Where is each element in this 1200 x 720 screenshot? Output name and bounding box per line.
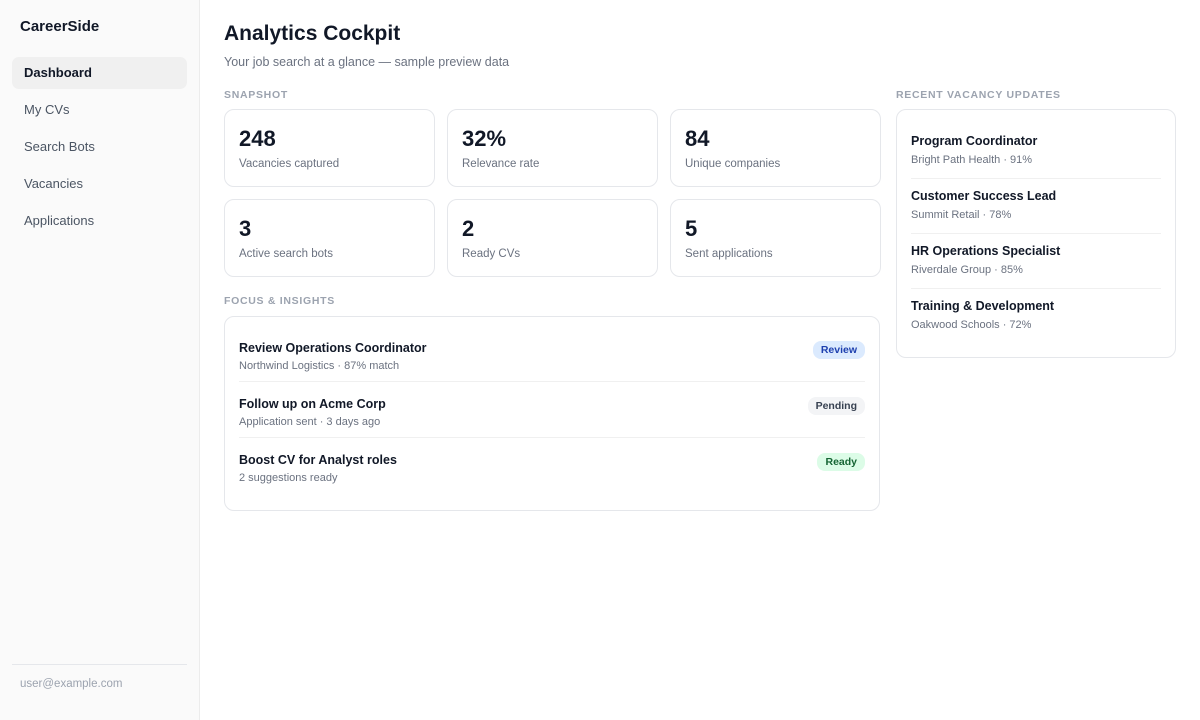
page-subtitle: Your job search at a glance — sample pre… xyxy=(224,55,510,69)
focus-item-title: Follow up on Acme Corp xyxy=(239,397,386,411)
stat-card-active-search-bots: 3 Active search bots xyxy=(224,199,435,277)
stat-card-relevance-rate: 32% Relevance rate xyxy=(447,109,658,187)
vacancy-subtitle: Summit Retail · 78% xyxy=(911,209,1012,221)
vacancy-title: Customer Success Lead xyxy=(911,189,1057,203)
main-content: Analytics Cockpit Your job search at a g… xyxy=(200,0,1200,720)
list-item[interactable]: Boost CV for Analyst roles 2 suggestions… xyxy=(239,447,865,494)
focus-item-subtitle: Application sent · 3 days ago xyxy=(239,416,381,428)
stat-value: 3 xyxy=(239,216,252,241)
sidebar-item-vacancies[interactable]: Vacancies xyxy=(12,168,187,200)
stat-value: 5 xyxy=(685,216,698,241)
stat-value: 2 xyxy=(462,216,475,241)
list-item[interactable]: Program Coordinator Bright Path Health ·… xyxy=(911,124,1161,179)
vacancy-title: Program Coordinator xyxy=(911,134,1038,148)
status-badge: Ready xyxy=(817,453,865,471)
snapshot-label: SNAPSHOT xyxy=(224,89,288,101)
list-item[interactable]: HR Operations Specialist Riverdale Group… xyxy=(911,234,1161,289)
list-item[interactable]: Customer Success Lead Summit Retail · 78… xyxy=(911,179,1161,234)
stat-value: 32% xyxy=(462,126,507,151)
snapshot-grid: 248 Vacancies captured 32% Relevance rat… xyxy=(224,109,881,277)
sidebar: CareerSide Dashboard My CVs Search Bots … xyxy=(0,0,200,720)
focus-item-subtitle: Northwind Logistics · 87% match xyxy=(239,360,400,372)
list-item[interactable]: Review Operations Coordinator Northwind … xyxy=(239,335,865,382)
focus-insights-card: Review Operations Coordinator Northwind … xyxy=(224,316,880,511)
vacancy-updates-card: Program Coordinator Bright Path Health ·… xyxy=(896,109,1176,358)
vacancy-subtitle: Bright Path Health · 91% xyxy=(911,154,1033,166)
page-title: Analytics Cockpit xyxy=(224,22,401,45)
sidebar-footer: user@example.com xyxy=(12,664,187,720)
right-column: RECENT VACANCY UPDATES Program Coordinat… xyxy=(896,89,1176,358)
focus-item-title: Review Operations Coordinator xyxy=(239,341,427,355)
stat-label: Active search bots xyxy=(239,248,333,260)
user-email: user@example.com xyxy=(20,678,123,690)
list-item[interactable]: Training & Development Oakwood Schools ·… xyxy=(911,289,1161,344)
sidebar-item-search-bots[interactable]: Search Bots xyxy=(12,131,187,163)
list-item[interactable]: Follow up on Acme Corp Application sent … xyxy=(239,391,865,438)
stat-card-unique-companies: 84 Unique companies xyxy=(670,109,881,187)
status-badge: Review xyxy=(812,341,865,359)
brand-logo: CareerSide xyxy=(20,18,100,35)
stat-label: Vacancies captured xyxy=(239,158,340,170)
focus-item-subtitle: 2 suggestions ready xyxy=(239,472,338,484)
status-badge: Pending xyxy=(807,397,865,415)
focus-label: FOCUS & INSIGHTS xyxy=(224,295,335,307)
vacancy-subtitle: Riverdale Group · 85% xyxy=(911,264,1023,276)
sidebar-item-my-cvs[interactable]: My CVs xyxy=(12,94,187,126)
sidebar-item-applications[interactable]: Applications xyxy=(12,205,187,237)
vacancy-updates-label: RECENT VACANCY UPDATES xyxy=(896,89,1061,101)
stat-card-ready-cvs: 2 Ready CVs xyxy=(447,199,658,277)
focus-item-title: Boost CV for Analyst roles xyxy=(239,453,397,467)
sidebar-nav: Dashboard My CVs Search Bots Vacancies A… xyxy=(12,57,187,242)
sidebar-item-dashboard[interactable]: Dashboard xyxy=(12,57,187,89)
stat-label: Sent applications xyxy=(685,248,773,260)
stat-card-vacancies-captured: 248 Vacancies captured xyxy=(224,109,435,187)
stat-value: 248 xyxy=(239,126,276,151)
vacancy-title: Training & Development xyxy=(911,299,1055,313)
vacancy-subtitle: Oakwood Schools · 72% xyxy=(911,319,1032,331)
stat-card-sent-applications: 5 Sent applications xyxy=(670,199,881,277)
stat-label: Unique companies xyxy=(685,158,781,170)
vacancy-title: HR Operations Specialist xyxy=(911,244,1061,258)
stat-label: Relevance rate xyxy=(462,158,540,170)
stat-label: Ready CVs xyxy=(462,248,521,260)
left-column: SNAPSHOT 248 Vacancies captured 32% Rele… xyxy=(224,89,881,511)
stat-value: 84 xyxy=(685,126,710,151)
